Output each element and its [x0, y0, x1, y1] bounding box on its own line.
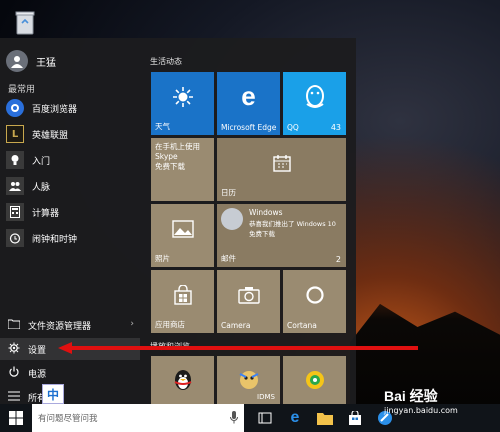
- avatar: [221, 208, 243, 230]
- chevron-right-icon[interactable]: ›: [130, 319, 134, 329]
- sun-icon: [151, 72, 214, 121]
- app-item-label: 人脉: [32, 182, 51, 193]
- start-menu-bottom-list: 文件资源管理器 › 设置 电源 所有: [0, 314, 140, 410]
- mail-subject: 恭喜我们推出了 Windows 10: [249, 220, 336, 228]
- tile-calendar[interactable]: 日历: [217, 138, 346, 201]
- calculator-icon: [6, 203, 24, 221]
- app-item-label: 百度浏览器: [32, 104, 78, 115]
- people-icon: [6, 177, 24, 195]
- edge-taskbar-button[interactable]: e: [280, 404, 310, 432]
- app-item-label: 入门: [32, 156, 51, 167]
- skype-download-text: 免费下载: [155, 162, 185, 171]
- windows-logo-icon: [9, 411, 23, 425]
- tile-label: IDMS: [257, 393, 275, 401]
- most-used-list: 百度浏览器 L 英雄联盟 入门 人脉 计算器 闹钟和时钟: [6, 96, 140, 252]
- app-item-alarms-clock[interactable]: 闹钟和时钟: [6, 226, 140, 250]
- tile-mail[interactable]: Windows 恭喜我们推出了 Windows 10 免费下载 邮件 2: [217, 204, 346, 267]
- music-app-icon: [283, 356, 346, 404]
- avatar: [6, 50, 28, 72]
- calendar-icon: [217, 138, 346, 187]
- task-view-icon: [258, 412, 272, 424]
- app-item-label: 计算器: [32, 208, 60, 219]
- tile-music[interactable]: [283, 356, 346, 404]
- notification-badge: 2: [335, 255, 341, 264]
- tile-microsoft-edge[interactable]: e Microsoft Edge: [217, 72, 280, 135]
- mountain-silhouette: [350, 303, 500, 404]
- tile-label: Camera: [221, 321, 251, 330]
- tile-store[interactable]: 应用商店: [151, 270, 214, 333]
- baidu-jingyan-watermark: Bai 经验 jingyan.baidu.com: [384, 386, 496, 430]
- microphone-icon[interactable]: [230, 411, 238, 427]
- alarm-clock-icon: [6, 229, 24, 247]
- app-item-baidu-browser[interactable]: 百度浏览器: [6, 96, 140, 120]
- app-item-calculator[interactable]: 计算器: [6, 200, 140, 224]
- file-explorer-taskbar-button[interactable]: [310, 404, 340, 432]
- baidu-browser-icon: [6, 99, 24, 117]
- tile-label: QQ: [287, 123, 299, 132]
- user-name: 王猛: [36, 57, 56, 69]
- cortana-ring-icon: [283, 270, 346, 319]
- tile-photos[interactable]: 照片: [151, 204, 214, 267]
- skype-promo-text: 在手机上使用 Skype: [155, 142, 200, 161]
- folder-icon: [7, 319, 21, 332]
- file-explorer-label: 文件资源管理器: [28, 321, 92, 332]
- tile-label: Microsoft Edge: [221, 123, 277, 132]
- search-placeholder: 有问题尽管问我: [38, 414, 98, 424]
- tile-weather[interactable]: 天气: [151, 72, 214, 135]
- league-of-legends-icon: L: [6, 125, 24, 143]
- qq-penguin-icon: [283, 72, 346, 121]
- most-used-label: 最常用: [8, 85, 36, 95]
- power-label: 电源: [28, 369, 47, 380]
- store-bag-icon: [151, 270, 214, 319]
- camera-icon: [217, 270, 280, 319]
- task-view-button[interactable]: [250, 404, 280, 432]
- app-item-people[interactable]: 人脉: [6, 174, 140, 198]
- edge-icon: e: [241, 81, 256, 111]
- list-icon: [8, 391, 20, 404]
- watermark-logo: Bai 经验: [384, 388, 438, 404]
- mail-sender: Windows: [249, 208, 283, 217]
- app-item-label: 英雄联盟: [32, 130, 69, 141]
- tile-cortana[interactable]: Cortana: [283, 270, 346, 333]
- settings-label: 设置: [28, 345, 47, 356]
- notification-badge: 43: [330, 123, 341, 132]
- tile-group-title-life: 生活动态: [150, 57, 182, 66]
- user-icon: [11, 56, 23, 68]
- edge-icon: e: [290, 409, 300, 426]
- tile-camera[interactable]: Camera: [217, 270, 280, 333]
- tile-qq[interactable]: QQ 43: [283, 72, 346, 135]
- app-item-get-started[interactable]: 入门: [6, 148, 140, 172]
- tile-label: 应用商店: [155, 320, 185, 329]
- user-account[interactable]: 王猛: [6, 50, 56, 72]
- photo-icon: [151, 204, 214, 253]
- watermark-url: jingyan.baidu.com: [384, 406, 458, 415]
- recycle-bin-icon[interactable]: [10, 6, 40, 38]
- search-input[interactable]: 有问题尽管问我: [32, 404, 244, 432]
- tile-label: Cortana: [287, 321, 317, 330]
- ime-indicator[interactable]: 中: [42, 384, 64, 404]
- power-button[interactable]: 电源: [0, 362, 140, 384]
- tile-label: 日历: [221, 188, 236, 197]
- store-bag-icon: [349, 411, 361, 425]
- penguin-icon: [151, 356, 214, 404]
- tile-label: 天气: [155, 122, 170, 131]
- tile-game[interactable]: IDMS: [217, 356, 280, 404]
- power-icon: [8, 366, 20, 381]
- file-explorer-button[interactable]: 文件资源管理器 ›: [0, 314, 140, 336]
- mail-preview: 免费下载: [249, 230, 275, 238]
- store-taskbar-button[interactable]: [340, 404, 370, 432]
- tile-qq-game[interactable]: [151, 356, 214, 404]
- app-item-league-of-legends[interactable]: L 英雄联盟: [6, 122, 140, 146]
- app-item-label: 闹钟和时钟: [32, 234, 78, 245]
- tile-skype[interactable]: 在手机上使用 Skype 免费下载: [151, 138, 214, 201]
- tile-label: 邮件: [221, 254, 236, 263]
- tile-label: 照片: [155, 254, 170, 263]
- annotation-arrow: [58, 342, 418, 354]
- lightbulb-icon: [6, 151, 24, 169]
- folder-icon: [317, 412, 333, 425]
- start-button[interactable]: [0, 404, 32, 432]
- gear-icon: [8, 342, 20, 357]
